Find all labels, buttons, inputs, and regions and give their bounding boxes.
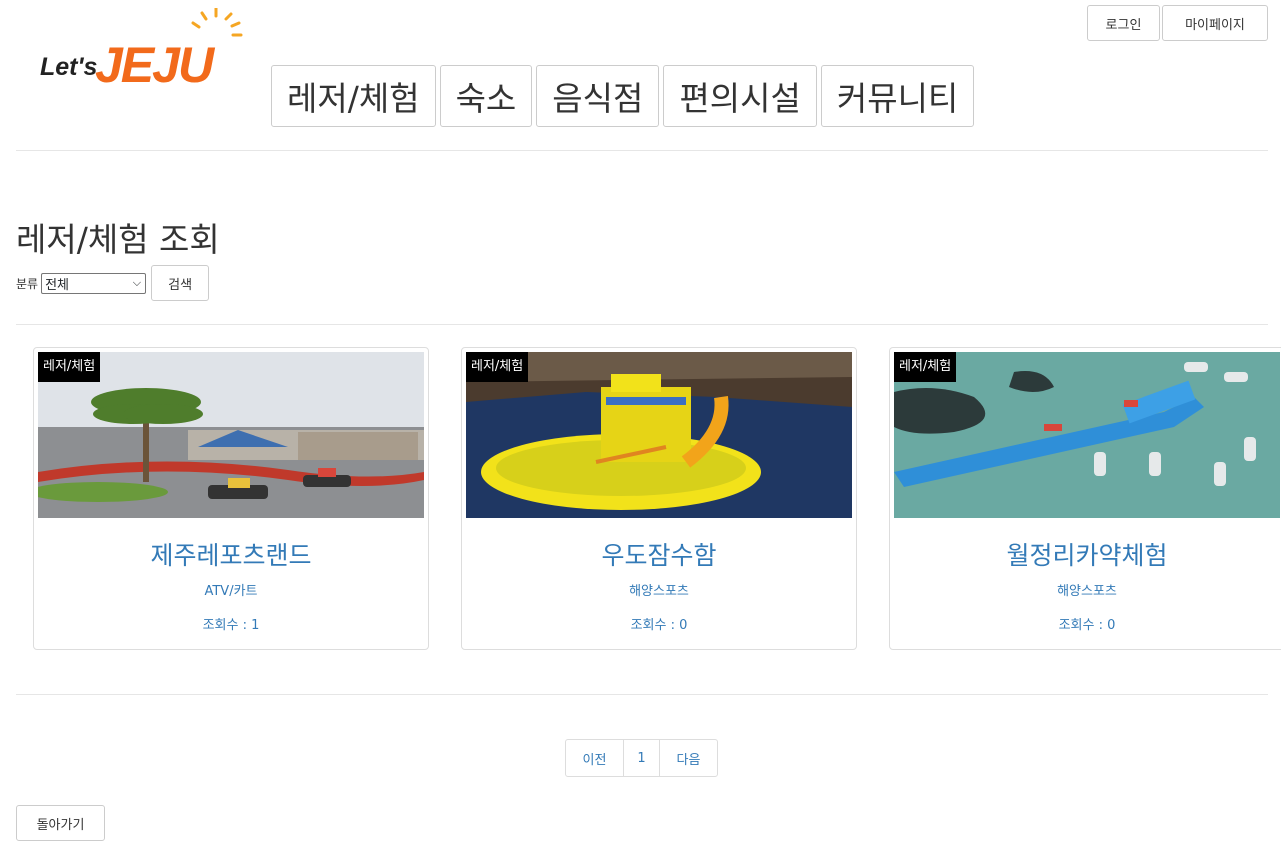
card-item[interactable]: 레저/체험 월정리카약체험 해양스포츠 조회수 : 0 xyxy=(889,347,1281,650)
card-badge: 레저/체험 xyxy=(466,352,529,382)
nav-lodging[interactable]: 숙소 xyxy=(439,65,533,127)
nav-community[interactable]: 커뮤니티 xyxy=(820,65,975,127)
back-button[interactable]: 돌아가기 xyxy=(16,805,105,841)
nav-facilities[interactable]: 편의시설 xyxy=(663,65,817,127)
card-item[interactable]: 레저/체험 제주레포츠랜드 ATV/카트 조회수 : 1 xyxy=(33,347,429,650)
mypage-button[interactable]: 마이페이지 xyxy=(1162,5,1268,41)
category-select[interactable]: 전체 ⌵ xyxy=(41,272,147,294)
card-image-submarine[interactable]: 레저/체험 xyxy=(466,352,852,518)
card-item[interactable]: 레저/체험 우도잠수함 해양스포츠 조회수 : 0 xyxy=(461,347,857,650)
svg-text:JEJU: JEJU xyxy=(95,37,216,88)
card-title[interactable]: 제주레포츠랜드 xyxy=(34,536,428,572)
page-number-1[interactable]: 1 xyxy=(623,739,660,777)
card-category: 해양스포츠 xyxy=(629,584,689,599)
search-button[interactable]: 검색 xyxy=(151,265,210,301)
prev-page-button[interactable]: 이전 xyxy=(565,739,624,777)
card-views: 조회수 : 0 xyxy=(630,618,688,633)
pagination: 이전 1 다음 xyxy=(565,739,718,777)
content-divider-top xyxy=(16,324,1268,325)
next-page-button[interactable]: 다음 xyxy=(659,739,718,777)
svg-text:Let's: Let's xyxy=(40,53,97,81)
card-category: 해양스포츠 xyxy=(1057,584,1117,599)
page-title: 레저/체험 조회 xyxy=(16,220,220,259)
header-divider xyxy=(16,150,1268,151)
nav-leisure[interactable]: 레저/체험 xyxy=(271,65,436,127)
content-divider-bottom xyxy=(16,694,1268,695)
card-views: 조회수 : 0 xyxy=(1058,618,1116,633)
card-image-kayak[interactable]: 레저/체험 xyxy=(894,352,1280,518)
filter-label: 분류 xyxy=(16,276,39,291)
card-category: ATV/카트 xyxy=(204,584,258,599)
site-logo[interactable]: Let's JEJU xyxy=(38,6,254,93)
card-title[interactable]: 월정리카약체험 xyxy=(890,536,1281,572)
card-badge: 레저/체험 xyxy=(38,352,101,382)
login-button[interactable]: 로그인 xyxy=(1087,5,1160,41)
card-image-gokart[interactable]: 레저/체험 xyxy=(38,352,424,518)
nav-restaurant[interactable]: 음식점 xyxy=(536,65,660,127)
card-title[interactable]: 우도잠수함 xyxy=(462,536,856,572)
category-select-value: 전체 xyxy=(45,277,70,293)
chevron-down-icon: ⌵ xyxy=(132,275,142,289)
card-views: 조회수 : 1 xyxy=(202,618,260,633)
card-badge: 레저/체험 xyxy=(894,352,957,382)
filter-bar: 분류 전체 ⌵ 검색 xyxy=(16,265,210,301)
main-nav: 레저/체험 숙소 음식점 편의시설 커뮤니티 xyxy=(271,65,975,127)
